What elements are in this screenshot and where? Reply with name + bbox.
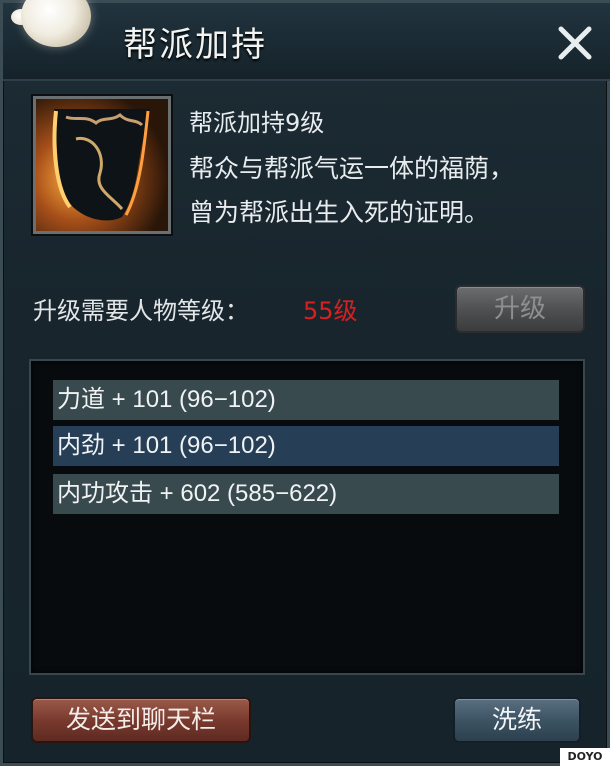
attribute-row-selected[interactable]: 内劲 + 101 (96−102) [53,426,559,466]
attribute-row[interactable]: 内功攻击 + 602 (585−622) [53,474,559,514]
guild-buff-window: 帮派加持 帮派加持9级 帮众与帮派气运一体的福荫， 曾为帮派出生入死的证明。 升… [0,0,610,766]
level-requirement-label: 升级需要人物等级： [33,297,249,325]
refine-button[interactable]: 洗练 [453,697,581,743]
close-button[interactable] [555,23,595,63]
skill-description: 帮众与帮派气运一体的福荫， 曾为帮派出生入死的证明。 [189,147,589,235]
upgrade-button[interactable]: 升级 [455,285,585,333]
window-title: 帮派加持 [123,25,267,65]
guild-banner-icon[interactable] [33,96,171,234]
skill-description-line: 帮众与帮派气运一体的福荫， [189,154,515,183]
attribute-row[interactable]: 力道 + 101 (96−102) [53,380,559,420]
skill-name: 帮派加持9级 [189,109,325,137]
send-to-chat-button[interactable]: 发送到聊天栏 [31,697,251,743]
watermark-logo: DOYO [560,748,610,766]
title-bar: 帮派加持 [3,0,610,81]
close-icon [558,26,592,60]
attribute-list: 力道 + 101 (96−102) 内劲 + 101 (96−102) 内功攻击… [29,359,585,675]
decorative-orb-icon [21,0,91,47]
skill-description-line: 曾为帮派出生入死的证明。 [189,198,490,227]
level-requirement-value: 55级 [303,297,358,325]
